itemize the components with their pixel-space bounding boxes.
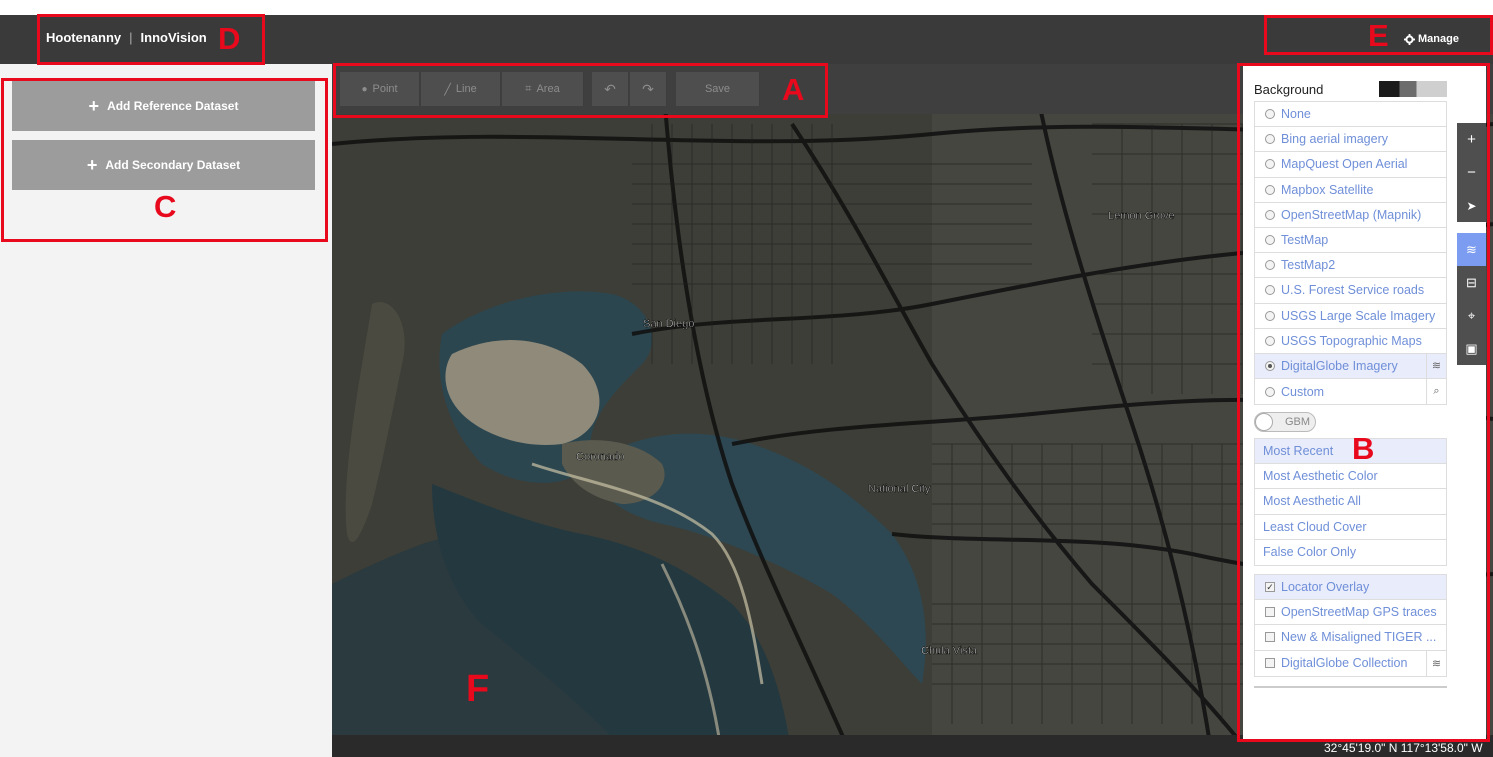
coordinate-readout: 32°45'19.0" N 117°13'58.0" W — [1324, 741, 1483, 755]
annotation-label-b: B — [1352, 431, 1375, 466]
annotation-label-f: F — [466, 668, 490, 710]
map-label-chula-vista: Chula Vista — [921, 645, 978, 657]
annotation-label-d: D — [218, 21, 241, 56]
annotation-label-e: E — [1368, 18, 1389, 53]
annotation-box-b — [1237, 63, 1490, 742]
annotation-box-a — [333, 63, 828, 118]
map-label-national-city: National City — [868, 483, 931, 495]
annotation-label-a: A — [782, 72, 805, 107]
map-label-coronado: Coronado — [576, 451, 624, 463]
annotation-label-c: C — [154, 189, 177, 224]
map-label-lemon-grove: Lemon Grove — [1108, 210, 1175, 222]
map-label-san-diego: San Diego — [643, 318, 694, 330]
